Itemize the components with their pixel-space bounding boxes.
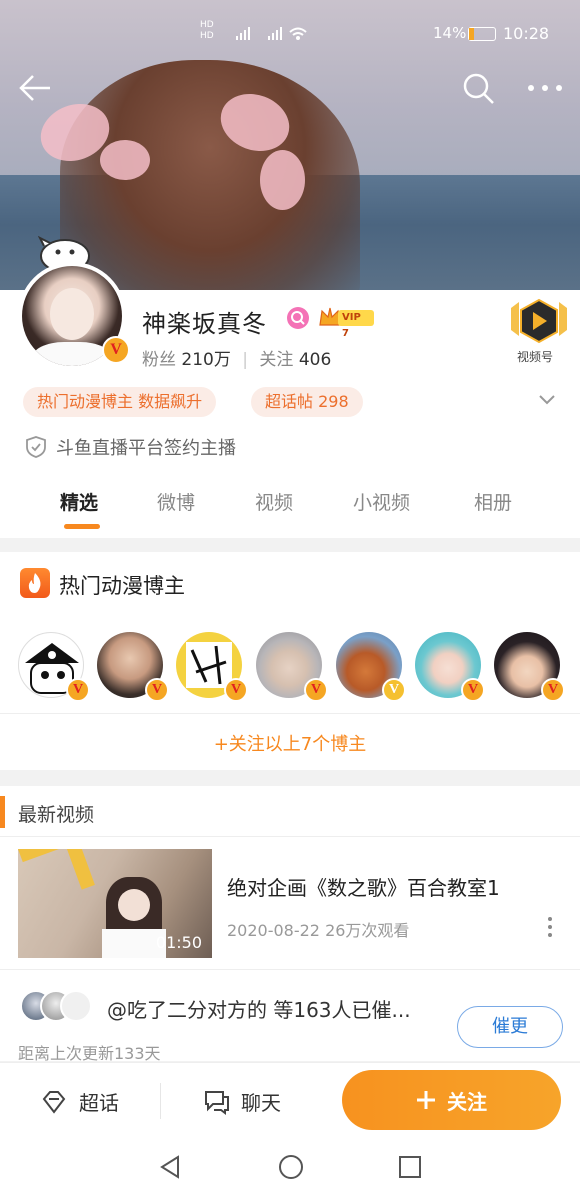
banner-hair: [60, 60, 360, 300]
nav-recents-icon[interactable]: [398, 1155, 422, 1179]
video-channel-badge[interactable]: 视频号: [503, 296, 575, 368]
vip-badge[interactable]: VIP 7: [318, 305, 374, 339]
chevron-down-icon[interactable]: [538, 394, 556, 406]
section-marker: [0, 796, 5, 828]
battery-text: 14%: [433, 24, 467, 42]
follow-label: 关注: [259, 350, 294, 370]
latest-video-section: 最新视频 01:50 绝对企画《数之歌》百合教室1 2020-08-22 26万…: [0, 786, 580, 1063]
video-more-icon[interactable]: [545, 916, 555, 938]
more-icon[interactable]: [527, 82, 563, 94]
verified-icon: V: [304, 678, 328, 702]
verified-icon: V: [224, 678, 248, 702]
vip-level: VIP 7: [338, 310, 374, 339]
shield-icon: [26, 436, 46, 458]
video-channel-label: 视频号: [517, 350, 554, 364]
video-title[interactable]: 绝对企画《数之歌》百合教室1: [227, 872, 500, 901]
verified-icon: V: [145, 678, 169, 702]
follow-label: 关注: [447, 1090, 487, 1114]
verified-badge-icon: V: [102, 336, 130, 364]
diamond-icon: [42, 1091, 66, 1114]
fire-icon: [20, 568, 50, 598]
back-arrow-icon[interactable]: [18, 72, 52, 104]
hot-bloggers-section: 热门动漫博主 V V V V V V V +关注以上7个博主: [0, 552, 580, 770]
nav-home-icon[interactable]: [278, 1154, 304, 1180]
since-update-text: 距离上次更新133天: [18, 1044, 161, 1063]
verified-icon: V: [541, 678, 565, 702]
tab-album[interactable]: 相册: [474, 488, 512, 515]
plus-icon: [417, 1091, 435, 1109]
follow-all-button[interactable]: +关注以上7个博主: [0, 730, 580, 756]
divider: [0, 713, 580, 714]
fans-count[interactable]: 210万: [181, 350, 230, 370]
urge-button[interactable]: 催更: [457, 1006, 563, 1048]
profile-name: 神楽坂真冬: [142, 310, 267, 338]
verified-icon: V: [66, 678, 90, 702]
profile-tabs: 精选 微博 视频 小视频 相册: [0, 470, 580, 536]
divider: [0, 836, 580, 837]
urge-text: @吃了二分对方的 等163人已催...: [107, 998, 411, 1022]
chat-label: 聊天: [241, 1091, 281, 1115]
tab-indicator: [64, 524, 100, 529]
banner-bow-left-2: [100, 140, 150, 180]
battery-icon: [468, 27, 496, 41]
network-icon: HD HD: [200, 20, 214, 41]
chat-icon: [205, 1091, 229, 1115]
super-topic-tag[interactable]: 超话帖 298: [251, 387, 363, 417]
verified-icon: V: [461, 678, 485, 702]
video-duration: 01:50: [155, 933, 202, 952]
urge-avatar-3: [60, 990, 92, 1022]
hot-blogger-tag[interactable]: 热门动漫博主 数据飙升: [23, 387, 217, 417]
verified-icon: V: [382, 678, 406, 702]
nav-back-icon[interactable]: [158, 1154, 182, 1180]
verification-text: 斗鱼直播平台签约主播: [56, 438, 236, 459]
signal-icon: [236, 27, 307, 40]
banner-bow-right-2: [260, 150, 305, 210]
tab-short-video[interactable]: 小视频: [353, 488, 410, 515]
status-bar: HD HD 14% 10:28: [0, 0, 580, 68]
super-topic-label: 超话: [79, 1091, 119, 1115]
divider: [160, 1083, 161, 1119]
tab-video[interactable]: 视频: [255, 488, 293, 515]
video-meta: 2020-08-22 26万次观看: [227, 921, 410, 940]
system-nav-bar: [0, 1138, 580, 1196]
profile-stats: 粉丝 210万 | 关注 406: [142, 350, 332, 370]
search-badge-icon[interactable]: [287, 307, 309, 329]
tab-weibo[interactable]: 微博: [157, 488, 195, 515]
video-channel-icon: [511, 298, 567, 344]
tab-featured[interactable]: 精选: [60, 488, 98, 515]
follow-button[interactable]: 关注: [342, 1070, 561, 1130]
clock: 10:28: [503, 24, 550, 43]
bottom-action-bar: 超话 聊天 关注: [0, 1062, 580, 1138]
divider: [0, 969, 580, 970]
search-icon[interactable]: [462, 72, 496, 106]
follow-count[interactable]: 406: [299, 350, 331, 370]
latest-video-title: 最新视频: [18, 804, 95, 826]
hot-bloggers-title: 热门动漫博主: [59, 574, 185, 598]
fans-label: 粉丝: [142, 350, 176, 370]
video-thumbnail[interactable]: 01:50: [18, 849, 212, 958]
